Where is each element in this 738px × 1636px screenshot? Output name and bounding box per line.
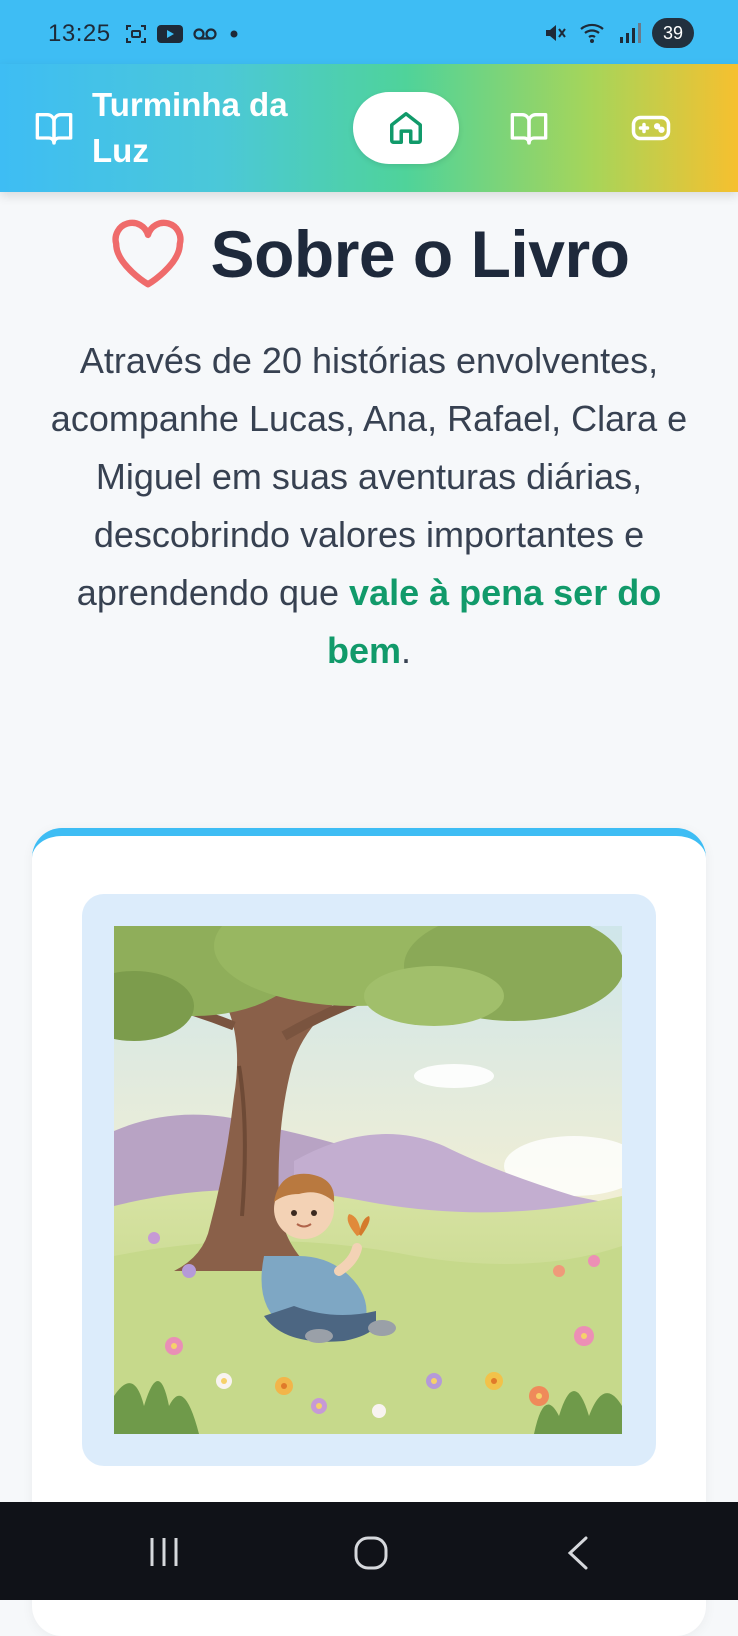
app-title: Turminha da Luz [92,86,288,169]
app-header: Turminha da Luz [0,64,738,192]
nav-games-button[interactable] [627,104,675,152]
status-time: 13:25 [48,20,111,47]
voicemail-icon [193,28,217,40]
book-open-icon [35,113,73,145]
nav-home-button[interactable] [353,92,459,164]
home-icon [390,112,422,144]
notification-icons [124,22,242,46]
mute-icon [546,25,566,41]
book-icon [510,113,548,145]
book-illustration [114,926,622,1434]
system-icons: 39 [542,18,694,48]
status-bar: 13:25 39 [0,0,738,64]
about-text-highlight: vale à pena ser do bem [326,572,662,671]
battery-indicator: 39 [652,18,694,48]
about-description: Através de 20 histórias envolventes, aco… [30,332,708,680]
signal-icon [620,23,641,43]
section-title: Sobre o Livro [210,217,630,291]
screenshot-icon [126,25,146,43]
brand[interactable]: Turminha da Luz [34,82,332,174]
image-frame [82,894,656,1466]
about-text-end: . [401,630,412,671]
home-circle-icon[interactable] [354,1536,388,1570]
gamepad-icon [631,115,671,141]
about-heading: Sobre o Livro [0,216,738,292]
back-icon[interactable] [566,1536,590,1570]
nav-stories-button[interactable] [505,104,553,152]
recents-icon[interactable] [146,1536,182,1568]
wifi-icon [580,23,604,43]
system-navigation-bar [0,1502,738,1600]
dot-icon [230,30,238,38]
youtube-icon [157,25,183,43]
heart-icon [111,219,184,288]
